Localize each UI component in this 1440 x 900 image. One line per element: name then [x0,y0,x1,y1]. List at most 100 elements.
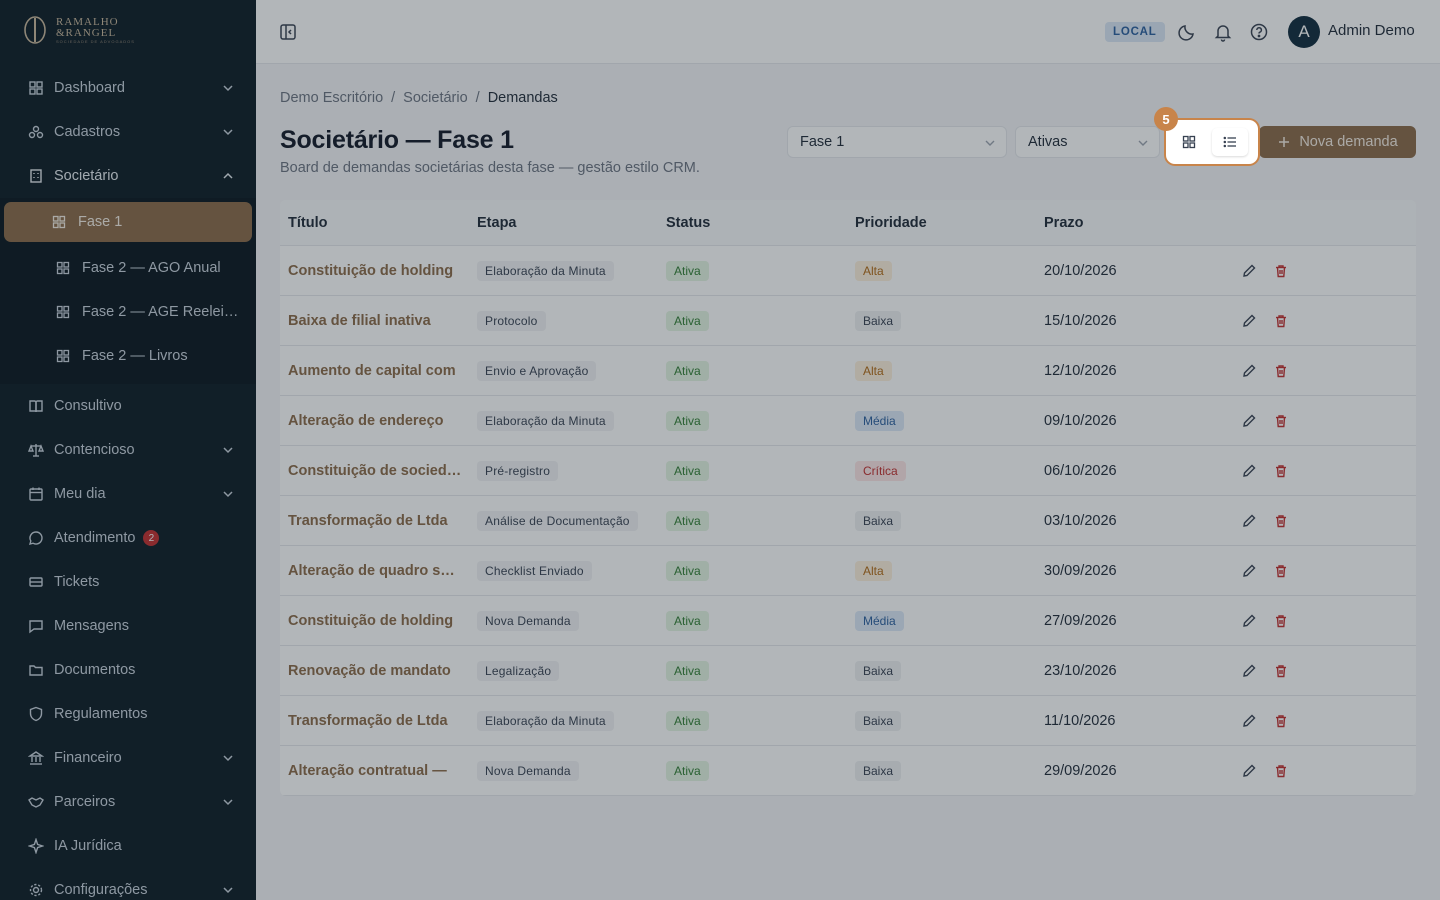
sidebar-subitem-label: Fase 2 — AGE Reeleição [82,304,240,320]
priority-badge: Alta [855,560,892,581]
table-row[interactable]: Transformação de Ltda Elaboração da Minut… [280,696,1416,746]
demand-title[interactable]: Constituição de sociedade [280,463,469,479]
demand-title[interactable]: Alteração de endereço [280,413,469,429]
sidebar-item-tickets[interactable]: Tickets [0,560,256,604]
status-cell: Ativa [658,760,847,781]
sidebar-item-parceiros[interactable]: Parceiros [0,780,256,824]
grid-icon [56,261,70,275]
breadcrumb-item[interactable]: Societário [403,90,467,106]
table-row[interactable]: Constituição de holding Elaboração da Min… [280,246,1416,296]
demand-title[interactable]: Renovação de mandato [280,663,469,679]
trash-icon[interactable] [1273,413,1289,429]
edit-icon[interactable] [1241,363,1257,379]
status-badge: Ativa [666,560,709,581]
sidebar-item-meu-dia[interactable]: Meu dia [0,472,256,516]
edit-icon[interactable] [1241,263,1257,279]
table-row[interactable]: Transformação de Ltda Análise de Document… [280,496,1416,546]
moon-icon[interactable] [1177,22,1197,42]
trash-icon[interactable] [1273,713,1289,729]
sidebar-item-label: Societário [54,168,119,184]
sidebar-item-contencioso[interactable]: Contencioso [0,428,256,472]
demand-title[interactable]: Transformação de Ltda [280,713,469,729]
table-row[interactable]: Constituição de holding Nova Demanda Ativa… [280,596,1416,646]
demand-title[interactable]: Aumento de capital com [280,363,469,379]
breadcrumb-item[interactable]: Demo Escritório [280,90,383,106]
edit-icon[interactable] [1241,613,1257,629]
edit-icon[interactable] [1241,713,1257,729]
edit-icon[interactable] [1241,563,1257,579]
bell-icon[interactable] [1213,22,1233,42]
trash-icon[interactable] [1273,513,1289,529]
societario-submenu: Fase 1 Fase 2 — AGO Anual Fase 2 — AGE R… [0,198,256,384]
edit-icon[interactable] [1241,413,1257,429]
demand-title[interactable]: Alteração de quadro social [280,563,469,579]
help-icon[interactable] [1249,22,1269,42]
sidebar-subitem-fase-2-ago[interactable]: Fase 2 — AGO Anual [4,246,252,290]
edit-icon[interactable] [1241,763,1257,779]
etapa-cell: Nova Demanda [469,610,658,631]
trash-icon[interactable] [1273,663,1289,679]
due-date: 20/10/2026 [1044,262,1117,279]
sidebar-item-cadastros[interactable]: Cadastros [0,110,256,154]
table-row[interactable]: Baixa de filial inativa Protocolo Ativa Bai… [280,296,1416,346]
edit-icon[interactable] [1241,663,1257,679]
view-toggle [1166,120,1258,164]
edit-icon[interactable] [1241,313,1257,329]
demand-title[interactable]: Constituição de holding [280,263,469,279]
sidebar-item-dashboard[interactable]: Dashboard [0,66,256,110]
new-demand-label: Nova demanda [1299,134,1398,150]
trash-icon[interactable] [1273,463,1289,479]
column-header-etapa[interactable]: Etapa [469,215,658,231]
users-icon [28,124,44,140]
sidebar-subitem-fase-2-age[interactable]: Fase 2 — AGE Reeleição [4,290,252,334]
avatar[interactable]: A [1288,16,1320,48]
sidebar-item-regulamentos[interactable]: Regulamentos [0,692,256,736]
sidebar-toggle-icon[interactable] [278,22,298,42]
trash-icon[interactable] [1273,763,1289,779]
demand-title[interactable]: Alteração contratual — [280,763,469,779]
table-row[interactable]: Constituição de sociedade Pré-registro Ati… [280,446,1416,496]
list-view-button[interactable] [1212,128,1248,156]
board-view-button[interactable] [1171,128,1207,156]
table-row[interactable]: Alteração contratual — Nova Demanda Ativa B… [280,746,1416,796]
demand-title[interactable]: Baixa de filial inativa [280,313,469,329]
status-select[interactable]: Ativas [1015,126,1160,158]
new-demand-button[interactable]: Nova demanda [1259,126,1416,158]
sidebar-item-configuracoes[interactable]: Configurações [0,868,256,900]
trash-icon[interactable] [1273,313,1289,329]
sidebar-item-mensagens[interactable]: Mensagens [0,604,256,648]
table-row[interactable]: Renovação de mandato Legalização Ativa Baix… [280,646,1416,696]
column-header-prioridade[interactable]: Prioridade [847,215,1036,231]
column-header-titulo[interactable]: Título [280,215,469,231]
table-row[interactable]: Alteração de endereço Elaboração da Minut… [280,396,1416,446]
sidebar-item-documentos[interactable]: Documentos [0,648,256,692]
demand-title[interactable]: Transformação de Ltda [280,513,469,529]
sidebar-subitem-fase-2-livros[interactable]: Fase 2 — Livros [4,334,252,378]
trash-icon[interactable] [1273,613,1289,629]
trash-icon[interactable] [1273,563,1289,579]
due-date: 11/10/2026 [1044,712,1116,729]
table-row[interactable]: Aumento de capital com Envio e Aprovação A… [280,346,1416,396]
user-name[interactable]: Admin Demo [1328,22,1415,39]
phase-select[interactable]: Fase 1 [787,126,1007,158]
sidebar-item-societario[interactable]: Societário [0,154,256,198]
trash-icon[interactable] [1273,363,1289,379]
environment-badge: LOCAL [1105,22,1165,42]
brand-logo[interactable]: RAMALHO &RANGEL SOCIEDADE DE ADVOGADOS [0,0,256,60]
table-row[interactable]: Alteração de quadro social Checklist Envi… [280,546,1416,596]
sidebar-subitem-label: Fase 2 — AGO Anual [82,260,221,276]
demand-title[interactable]: Constituição de holding [280,613,469,629]
sidebar-item-financeiro[interactable]: Financeiro [0,736,256,780]
edit-icon[interactable] [1241,513,1257,529]
edit-icon[interactable] [1241,463,1257,479]
column-header-prazo[interactable]: Prazo [1036,215,1225,231]
sidebar-item-atendimento[interactable]: Atendimento 2 [0,516,256,560]
breadcrumb: Demo Escritório / Societário / Demandas [280,90,558,106]
sidebar-subitem-fase-1[interactable]: Fase 1 [4,202,252,242]
sidebar-item-consultivo[interactable]: Consultivo [0,384,256,428]
status-select-value: Ativas [1028,134,1068,150]
column-header-status[interactable]: Status [658,215,847,231]
trash-icon[interactable] [1273,263,1289,279]
row-actions [1225,413,1416,429]
sidebar-item-ia-juridica[interactable]: IA Jurídica [0,824,256,868]
